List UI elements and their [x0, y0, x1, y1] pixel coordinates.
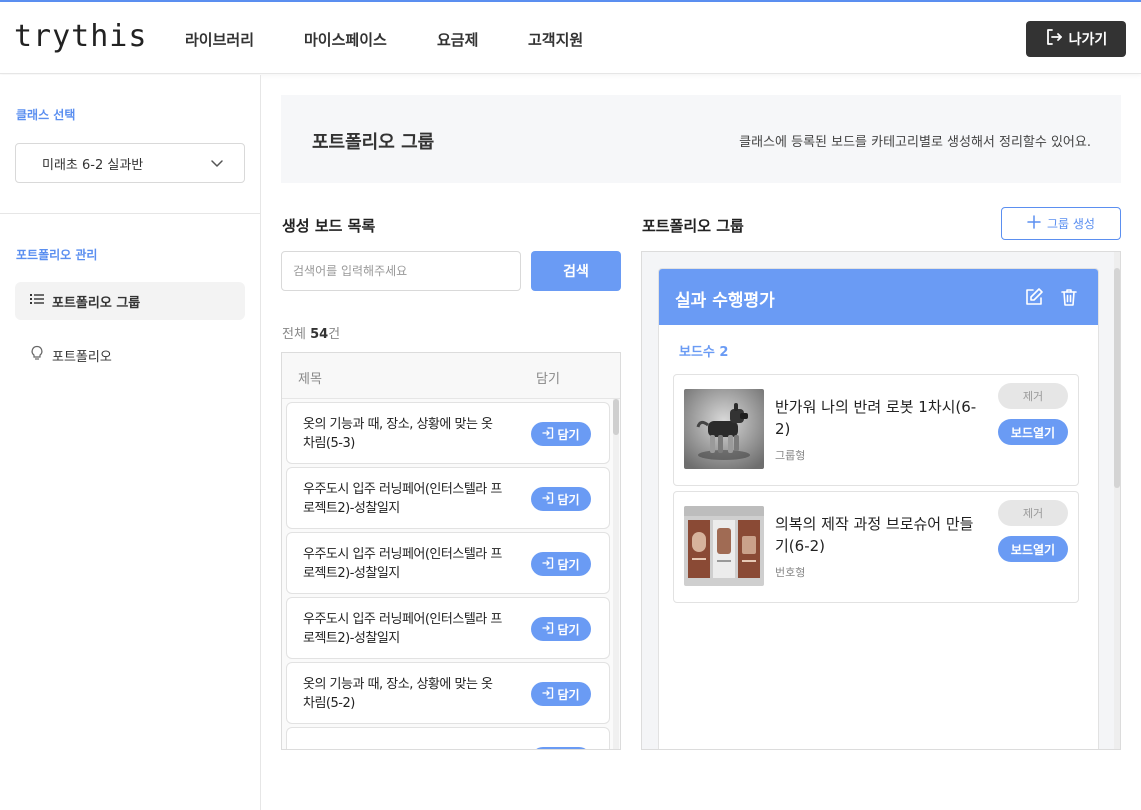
column-put: 담기 — [536, 372, 560, 387]
nav-library[interactable]: 라이브러리 — [185, 29, 254, 50]
group-board-title: 의복의 제작 과정 브로슈어 만들기(6-2) — [775, 515, 974, 555]
brochure-image — [684, 506, 764, 586]
board-title: 옷의 기능과 때, 장소, 상황에 맞는 옷차림(5-2) — [303, 677, 493, 711]
nav-support[interactable]: 고객지원 — [528, 29, 583, 50]
sidebar-item-label: 포트폴리오 — [52, 349, 112, 365]
group-panel: 실과 수행평가 보드수 2 반가워 나의 반려 로봇 1차시(6-2) 그룹형 … — [641, 251, 1121, 750]
remove-button[interactable]: 제거 — [998, 383, 1068, 409]
total-number: 54 — [310, 327, 329, 342]
logout-icon — [1045, 28, 1063, 50]
put-label: 담기 — [557, 492, 580, 507]
list-icon — [30, 293, 44, 309]
sidebar: 클래스 선택 미래초 6-2 실과반 포트폴리오 관리 포트폴리오 그룹 포트폴… — [0, 75, 261, 810]
remove-button[interactable]: 제거 — [998, 500, 1068, 526]
chevron-down-icon — [210, 156, 224, 174]
board-title: 옷의 기능과 때, 장소, 상황에 맞는 옷차림(5-3) — [303, 417, 493, 451]
class-select-value: 미래초 6-2 실과반 — [42, 157, 144, 173]
list-item: 옷의 기능과 때, 장소, 상황에 맞는 옷차림(5-3) 담기 — [286, 402, 610, 464]
search-input[interactable] — [281, 251, 521, 291]
enter-icon — [542, 621, 554, 637]
group-board-type: 번호형 — [775, 566, 806, 579]
list-item: 옷의 기능과 때, 장소, 상황에 맞는 옷차림(5-2) 담기 — [286, 662, 610, 724]
group-name: 실과 수행평가 — [675, 291, 775, 311]
list-item — [286, 727, 610, 749]
put-button[interactable]: 담기 — [531, 617, 591, 641]
trash-icon[interactable] — [1059, 287, 1079, 311]
scrollbar-track — [613, 399, 619, 749]
sidebar-divider — [0, 213, 261, 214]
robot-dog-image — [684, 389, 764, 469]
class-select[interactable]: 미래초 6-2 실과반 — [15, 143, 245, 183]
nav-pricing[interactable]: 요금제 — [437, 29, 478, 50]
list-item: 우주도시 입주 러닝페어(인터스텔라 프로젝트2)-성찰일지 담기 — [286, 467, 610, 529]
edit-icon[interactable] — [1024, 287, 1044, 311]
column-title: 제목 — [298, 372, 322, 387]
sidebar-item-portfolio[interactable]: 포트폴리오 — [15, 336, 245, 374]
enter-icon — [542, 556, 554, 572]
header: trythis 라이브러리 마이스페이스 요금제 고객지원 나가기 — [0, 2, 1141, 74]
open-board-button[interactable]: 보드열기 — [998, 536, 1068, 562]
page-banner: 포트폴리오 그룹 클래스에 등록된 보드를 카테고리별로 생성해서 정리할수 있… — [281, 95, 1121, 183]
portfolio-manage-title: 포트폴리오 관리 — [16, 248, 98, 262]
exit-button[interactable]: 나가기 — [1026, 21, 1126, 57]
board-list-header: 제목 담기 — [282, 353, 620, 399]
group-section-title: 포트폴리오 그룹 — [642, 217, 744, 235]
put-label: 담기 — [557, 557, 580, 572]
group-board-item: 의복의 제작 과정 브로슈어 만들기(6-2) 번호형 제거 보드열기 — [673, 491, 1079, 603]
class-select-title: 클래스 선택 — [16, 108, 76, 122]
exit-label: 나가기 — [1068, 32, 1108, 48]
add-group-label: 그룹 생성 — [1047, 217, 1095, 231]
lightbulb-icon — [30, 345, 44, 365]
group-board-title: 반가워 나의 반려 로봇 1차시(6-2) — [775, 398, 977, 438]
group-board-type: 그룹형 — [775, 449, 806, 462]
group-scrollbar[interactable] — [1114, 268, 1120, 488]
board-title: 우주도시 입주 러닝페어(인터스텔라 프로젝트2)-성찰일지 — [303, 482, 502, 516]
nav-myspace[interactable]: 마이스페이스 — [304, 29, 387, 50]
page-title: 포트폴리오 그룹 — [312, 132, 435, 153]
search-button[interactable]: 검색 — [531, 251, 621, 291]
open-board-button[interactable]: 보드열기 — [998, 419, 1068, 445]
board-list-title: 생성 보드 목록 — [282, 217, 376, 235]
sidebar-item-portfolio-group[interactable]: 포트폴리오 그룹 — [15, 282, 245, 320]
put-button[interactable]: 담기 — [531, 682, 591, 706]
enter-icon — [542, 426, 554, 442]
total-prefix: 전체 — [282, 327, 306, 342]
put-button[interactable]: 담기 — [531, 422, 591, 446]
group-board-item: 반가워 나의 반려 로봇 1차시(6-2) 그룹형 제거 보드열기 — [673, 374, 1079, 486]
logo[interactable]: trythis — [14, 19, 147, 54]
page-description: 클래스에 등록된 보드를 카테고리별로 생성해서 정리할수 있어요. — [739, 135, 1091, 150]
total-count: 전체 54건 — [282, 323, 340, 342]
group-header: 실과 수행평가 — [659, 269, 1098, 325]
board-count: 보드수 2 — [679, 345, 729, 360]
enter-icon — [542, 491, 554, 507]
sidebar-item-label: 포트폴리오 그룹 — [52, 295, 141, 311]
list-item: 우주도시 입주 러닝페어(인터스텔라 프로젝트2)-성찰일지 담기 — [286, 597, 610, 659]
put-label: 담기 — [557, 687, 580, 702]
put-button[interactable]: 담기 — [531, 487, 591, 511]
add-group-button[interactable]: 그룹 생성 — [1001, 207, 1121, 240]
board-title: 우주도시 입주 러닝페어(인터스텔라 프로젝트2)-성찰일지 — [303, 547, 502, 581]
enter-icon — [542, 686, 554, 702]
put-label: 담기 — [557, 622, 580, 637]
group-card: 실과 수행평가 보드수 2 반가워 나의 반려 로봇 1차시(6-2) 그룹형 … — [658, 268, 1099, 749]
plus-icon — [1027, 215, 1041, 232]
list-item: 우주도시 입주 러닝페어(인터스텔라 프로젝트2)-성찰일지 담기 — [286, 532, 610, 594]
put-label: 담기 — [557, 427, 580, 442]
board-title: 우주도시 입주 러닝페어(인터스텔라 프로젝트2)-성찰일지 — [303, 612, 502, 646]
put-button[interactable]: 담기 — [531, 552, 591, 576]
put-button[interactable] — [531, 747, 591, 749]
scrollbar[interactable] — [613, 399, 619, 435]
total-suffix: 건 — [328, 327, 341, 342]
board-list: 제목 담기 옷의 기능과 때, 장소, 상황에 맞는 옷차림(5-3) 담기 우… — [281, 352, 621, 750]
